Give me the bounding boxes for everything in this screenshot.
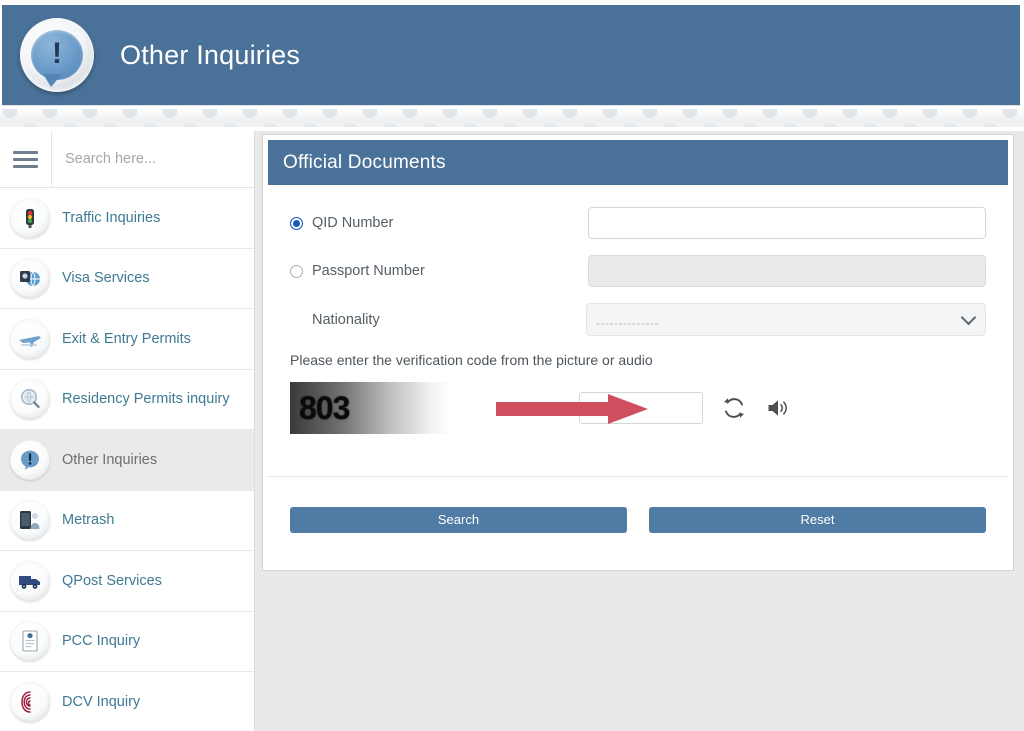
- qid-number-label: QID Number: [312, 215, 394, 231]
- passport-number-label: Passport Number: [312, 263, 425, 279]
- sidebar-item-label: PCC Inquiry: [62, 633, 141, 650]
- sidebar-item-label: QPost Services: [62, 572, 162, 589]
- panel-footer: Search Reset: [268, 477, 1008, 562]
- sidebar-item-dcv-inquiry[interactable]: DCV Inquiry: [0, 672, 254, 731]
- captcha-row: 803: [290, 382, 986, 434]
- nationality-selected-value: --------------: [596, 316, 659, 330]
- globe-passport-icon: [10, 258, 50, 299]
- qid-number-input[interactable]: [588, 207, 986, 239]
- traffic-light-icon: [10, 197, 50, 238]
- qid-number-label-group: QID Number: [290, 215, 588, 231]
- sidebar-item-visa-services[interactable]: Visa Services: [0, 248, 254, 309]
- header-icon-glyph: !: [52, 37, 62, 70]
- qid-number-row: QID Number: [290, 207, 986, 239]
- search-button[interactable]: Search: [290, 506, 627, 533]
- passport-number-label-group: Passport Number: [290, 263, 588, 279]
- main-content-area: Official Documents QID Number Passport N…: [255, 131, 1024, 731]
- speaker-icon[interactable]: [765, 395, 791, 421]
- sidebar-item-label: Other Inquiries: [62, 451, 158, 468]
- sidebar-item-label: Metrash: [62, 512, 115, 529]
- sidebar-item-metrash[interactable]: Metrash: [0, 490, 254, 551]
- verification-note: Please enter the verification code from …: [290, 352, 653, 368]
- sidebar-item-label: Residency Permits inquiry: [62, 391, 230, 408]
- sidebar: Traffic Inquiries Visa Services: [0, 131, 255, 731]
- panel-body: QID Number Passport Number Nationality -…: [268, 185, 1008, 477]
- sidebar-item-other-inquiries[interactable]: Other Inquiries: [0, 430, 254, 491]
- sidebar-item-qpost-services[interactable]: QPost Services: [0, 551, 254, 612]
- search-input[interactable]: [52, 151, 254, 167]
- qid-number-radio[interactable]: [290, 216, 303, 230]
- nationality-label: Nationality: [312, 311, 380, 328]
- captcha-input[interactable]: [579, 392, 703, 424]
- sidebar-item-exit-entry-permits[interactable]: Exit & Entry Permits: [0, 309, 254, 370]
- delivery-van-icon: [10, 560, 50, 601]
- nationality-select[interactable]: --------------: [586, 303, 986, 336]
- panel-header: Official Documents: [268, 140, 1008, 185]
- panel-divider: [268, 476, 1008, 477]
- sidebar-item-pcc-inquiry[interactable]: PCC Inquiry: [0, 611, 254, 672]
- nationality-row: Nationality --------------: [290, 303, 986, 336]
- sidebar-item-residency-permits-inquiry[interactable]: Residency Permits inquiry: [0, 369, 254, 430]
- passport-number-radio[interactable]: [290, 264, 303, 278]
- reset-button[interactable]: Reset: [649, 506, 986, 533]
- sidebar-item-label: Exit & Entry Permits: [62, 330, 191, 347]
- exclamation-speech-bubble-icon: !: [20, 18, 94, 92]
- captcha-image: 803: [290, 382, 450, 434]
- fingerprint-icon: [10, 681, 50, 722]
- official-documents-panel: Official Documents QID Number Passport N…: [262, 134, 1014, 571]
- airplane-icon: [10, 318, 50, 359]
- passport-number-row: Passport Number: [290, 255, 986, 287]
- passport-number-input: [588, 255, 986, 287]
- panel-title: Official Documents: [283, 151, 446, 173]
- page-title: Other Inquiries: [120, 39, 301, 70]
- exclamation-speech-bubble-icon: [10, 439, 50, 480]
- mobile-phone-person-icon: [10, 500, 50, 541]
- page-root: ! Other Inquiries Search here... Traffic…: [0, 0, 1024, 731]
- sidebar-item-label: Visa Services: [62, 270, 150, 287]
- sidebar-search-row: [0, 131, 254, 188]
- content-area: Traffic Inquiries Visa Services: [0, 131, 1024, 731]
- sidebar-item-traffic-inquiries[interactable]: Traffic Inquiries: [0, 188, 254, 249]
- sidebar-item-label: Traffic Inquiries: [62, 209, 161, 226]
- app-header: ! Other Inquiries: [2, 5, 1020, 105]
- sidebar-item-label: DCV Inquiry: [62, 693, 141, 710]
- magnifier-globe-icon: [10, 379, 50, 420]
- captcha-text: 803: [299, 389, 350, 426]
- certificate-document-icon: [10, 621, 50, 662]
- hamburger-icon[interactable]: [0, 131, 52, 187]
- refresh-icon[interactable]: [721, 395, 747, 421]
